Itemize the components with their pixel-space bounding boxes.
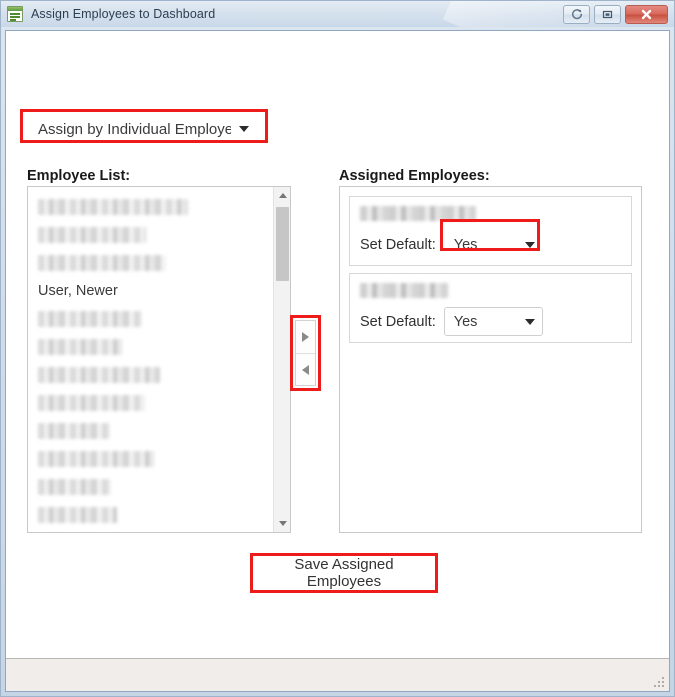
assigned-employee-name [360, 205, 621, 222]
redacted-name [38, 339, 122, 355]
redacted-name [38, 507, 117, 523]
redacted-name [360, 283, 448, 298]
list-item[interactable] [28, 389, 273, 417]
transfer-button-group [295, 320, 316, 386]
employee-list-label: Employee List: [27, 168, 131, 184]
list-item[interactable] [28, 193, 273, 221]
redacted-name [38, 423, 110, 439]
assigned-employee-name [360, 282, 621, 299]
document-window-icon [7, 6, 23, 22]
arrow-right-icon [302, 332, 309, 342]
help-refresh-button[interactable] [563, 4, 590, 24]
set-default-row: Set Default: Yes [360, 307, 621, 336]
redacted-name [38, 227, 146, 243]
scroll-down-arrow-icon[interactable] [274, 515, 290, 532]
list-item[interactable] [28, 249, 273, 277]
list-item[interactable] [28, 417, 273, 445]
set-default-value: Yes [453, 313, 478, 330]
set-default-row: Set Default: Yes [360, 230, 621, 259]
redacted-name [38, 367, 160, 383]
assign-mode-value: Assign by Individual Employee [38, 120, 231, 138]
list-item[interactable] [28, 361, 273, 389]
redacted-name [38, 451, 154, 467]
list-item[interactable] [28, 501, 273, 529]
refresh-circle-icon [572, 8, 582, 19]
list-item[interactable] [28, 221, 273, 249]
list-item[interactable] [28, 445, 273, 473]
list-item[interactable] [28, 473, 273, 501]
title-bar[interactable]: Assign Employees to Dashboard [1, 1, 674, 27]
set-default-dropdown[interactable]: Yes [443, 307, 543, 336]
chevron-down-icon [518, 318, 542, 325]
close-x-icon [641, 9, 652, 19]
restore-square-icon [602, 10, 613, 18]
scroll-up-arrow-icon[interactable] [274, 187, 290, 204]
assigned-employee-card: Set Default: Yes [349, 273, 632, 343]
list-item[interactable] [28, 305, 273, 333]
assigned-employees-label: Assigned Employees: [339, 168, 490, 184]
redacted-name [38, 255, 166, 271]
assign-mode-dropdown[interactable]: Assign by Individual Employee [29, 113, 257, 145]
close-button[interactable] [625, 4, 668, 24]
set-default-label: Set Default: [360, 236, 436, 253]
redacted-name [38, 199, 188, 215]
client-area: Assign by Individual Employee Employee L… [5, 30, 670, 692]
arrow-left-icon [302, 364, 309, 375]
list-item[interactable]: User, Newer [28, 277, 273, 305]
redacted-name [38, 311, 142, 327]
save-assigned-employees-button[interactable]: Save Assigned Employees [255, 556, 433, 590]
redacted-name [360, 206, 476, 221]
assigned-employee-card: Set Default: Yes [349, 196, 632, 266]
set-default-value: Yes [453, 236, 478, 253]
list-item[interactable] [28, 333, 273, 361]
restore-button[interactable] [594, 4, 621, 24]
form-area: Assign by Individual Employee Employee L… [6, 31, 669, 658]
redacted-name [38, 395, 145, 411]
set-default-dropdown[interactable]: Yes [443, 230, 543, 259]
employee-list-scrollbar[interactable] [273, 187, 290, 532]
window-controls [563, 4, 672, 24]
employee-list-items: User, Newer [28, 187, 273, 532]
add-employee-button[interactable] [296, 321, 315, 353]
remove-employee-button[interactable] [296, 353, 315, 385]
redacted-name [38, 479, 111, 495]
set-default-label: Set Default: [360, 313, 436, 330]
chevron-down-icon [231, 126, 257, 132]
assigned-employees-panel: Set Default: Yes Set Default: Yes [339, 186, 642, 533]
chevron-down-icon [518, 241, 542, 248]
list-item[interactable] [28, 529, 273, 532]
application-window: Assign Employees to Dashboard Assign by … [0, 0, 675, 697]
status-bar [6, 658, 669, 691]
resize-grip-icon[interactable] [652, 675, 666, 689]
scrollbar-thumb[interactable] [276, 207, 289, 281]
window-title: Assign Employees to Dashboard [31, 7, 216, 21]
employee-listbox[interactable]: User, Newer [27, 186, 291, 533]
